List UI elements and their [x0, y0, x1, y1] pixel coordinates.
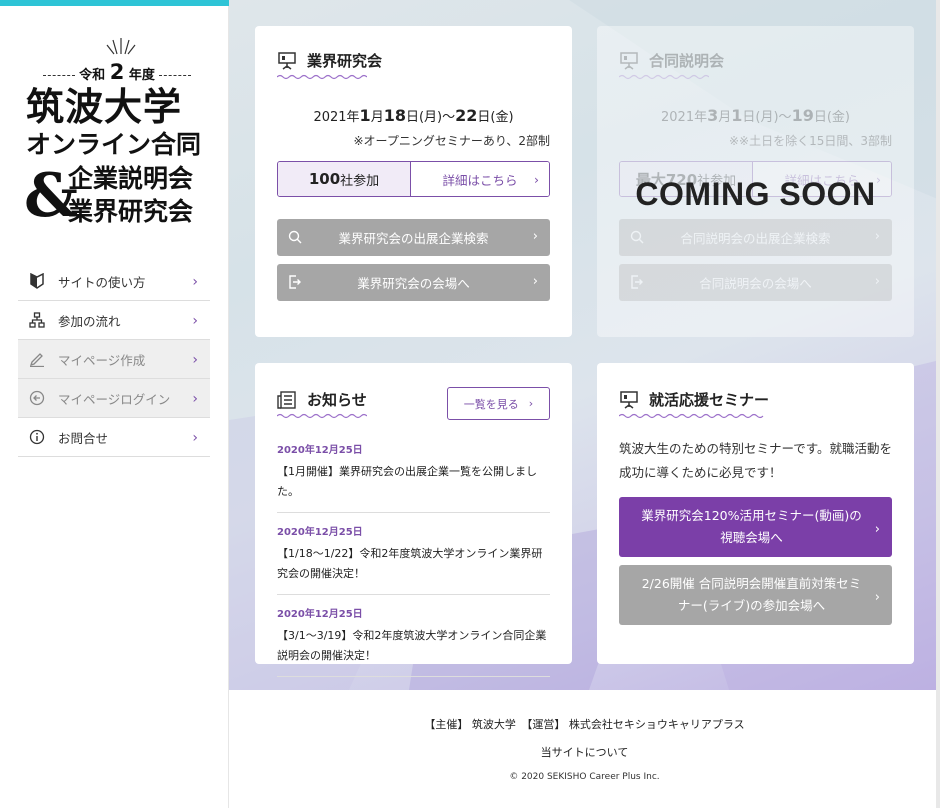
footer-organizers: 【主催】 筑波大学 【運営】 株式会社セキショウキャリアプラス [424, 718, 745, 731]
news-item[interactable]: 2020年12月25日 【1/18～1/22】令和2年度筑波大学オンライン業界研… [277, 523, 550, 595]
news-date: 2020年12月25日 [277, 445, 363, 456]
joint-note: ※※土日を除く15日間、3部制 [728, 134, 892, 148]
enter-icon [289, 275, 301, 289]
title-underline-wave [619, 74, 709, 80]
title-underline-wave [277, 74, 367, 80]
sidebar-item-how-to-use[interactable]: サイトの使い方 › [18, 262, 210, 301]
top-accent-bar [0, 0, 229, 6]
newspaper-icon [277, 390, 297, 410]
footer-copyright: © 2020 SEKISHO Career Plus Inc. [509, 772, 660, 782]
research-date: 2021年1月18日(月)～22日(金) [313, 106, 514, 125]
research-card: 業界研究会 2021年1月18日(月)～22日(金) ※オープニングセミナーあり… [255, 26, 572, 337]
chevron-right-icon: › [192, 430, 198, 446]
search-icon [630, 230, 644, 244]
chevron-right-icon: › [532, 274, 538, 289]
site-logo[interactable]: 令和 2 年度 筑波大学 オンライン合同 & 企業説明会 業界研究会 [22, 36, 212, 232]
research-detail-link[interactable]: 詳細はこちら › [411, 162, 549, 196]
joint-briefing-card: 合同説明会 2021年3月1日(月)～19日(金) ※※土日を除く15日間、3部… [597, 26, 914, 337]
news-card: お知らせ 一覧を見る › 2020年12月25日 【1月開催】業界研究会の出展企業… [255, 363, 572, 677]
main-content: 業界研究会 2021年1月18日(月)～22日(金) ※オープニングセミナーあり… [229, 0, 940, 690]
chevron-right-icon: › [192, 313, 198, 329]
logo-era: 令和 2 年度 [32, 60, 202, 84]
logo-university: 筑波大学 [26, 85, 183, 129]
joint-venue-button: 合同説明会の会場へ › [619, 264, 892, 301]
sidebar-item-mypage-login[interactable]: マイページログイン › [18, 379, 210, 418]
sidebar-item-mypage-create[interactable]: マイページ作成 › [18, 340, 210, 379]
research-search-button[interactable]: 業界研究会の出展企業検索 › [277, 219, 550, 256]
sidebar-item-contact[interactable]: お問合せ › [18, 418, 210, 457]
presentation-icon [619, 390, 639, 410]
scrollbar[interactable] [936, 0, 940, 808]
info-icon [26, 428, 48, 446]
news-item[interactable]: 2020年12月25日 【3/1～3/19】令和2年度筑波大学オンライン合同企業… [277, 605, 550, 677]
seminar-card-title: 就活応援セミナー [619, 389, 769, 410]
seminar-live-button[interactable]: 2/26開催 合同説明会開催直前対策セミナー(ライブ)の参加会場へ › [619, 565, 892, 625]
footer-about-link[interactable]: 当サイトについて [229, 744, 940, 760]
sidebar: 令和 2 年度 筑波大学 オンライン合同 & 企業説明会 業界研究会 サイトの使… [0, 0, 229, 808]
footer: 【主催】 筑波大学 【運営】 株式会社セキショウキャリアプラス 当サイトについて… [229, 690, 940, 808]
sidebar-item-label: お問合せ [58, 430, 109, 446]
news-text: 【1/18～1/22】令和2年度筑波大学オンライン業界研究会の開催決定！ [277, 547, 543, 580]
login-icon [26, 389, 48, 407]
research-note: ※オープニングセミナーあり、2部制 [353, 134, 551, 148]
chevron-right-icon: › [874, 274, 880, 289]
sidebar-item-label: マイページ作成 [58, 352, 146, 368]
search-icon [288, 230, 302, 244]
presentation-icon [277, 51, 297, 71]
news-view-all-button[interactable]: 一覧を見る › [447, 387, 550, 420]
chevron-right-icon: › [534, 171, 539, 187]
enter-icon [631, 275, 643, 289]
joint-date: 2021年3月1日(月)～19日(金) [661, 106, 850, 125]
research-venue-button[interactable]: 業界研究会の会場へ › [277, 264, 550, 301]
chevron-right-icon: › [532, 229, 538, 244]
joint-search-button: 合同説明会の出展企業検索 › [619, 219, 892, 256]
sidebar-nav: サイトの使い方 › 参加の流れ › マイページ作成 › マイページログイン › [18, 262, 210, 457]
seminar-description: 筑波大生のための特別セミナーです。就職活動を成功に導くために必見です！ [619, 441, 893, 480]
logo-online-joint: オンライン合同 [26, 130, 202, 159]
joint-card-title: 合同説明会 [619, 50, 724, 71]
chevron-right-icon: › [192, 391, 198, 407]
news-list: 2020年12月25日 【1月開催】業界研究会の出展企業一覧を公開しました。 2… [277, 441, 550, 687]
news-item[interactable]: 2020年12月25日 【1月開催】業界研究会の出展企業一覧を公開しました。 [277, 441, 550, 513]
sidebar-item-label: サイトの使い方 [58, 274, 146, 290]
logo-rays-icon [106, 38, 136, 55]
news-card-title: お知らせ [277, 389, 367, 410]
seminar-video-button[interactable]: 業界研究会120%活用セミナー(動画)の視聴会場へ › [619, 497, 892, 557]
chevron-right-icon: › [528, 397, 534, 410]
news-date: 2020年12月25日 [277, 527, 363, 538]
title-underline-wave [277, 413, 367, 419]
research-company-count: 100 社参加 [278, 162, 411, 196]
beginner-mark-icon [26, 272, 48, 290]
news-text: 【1月開催】業界研究会の出展企業一覧を公開しました。 [277, 465, 537, 498]
sidebar-item-flow[interactable]: 参加の流れ › [18, 301, 210, 340]
logo-industry-research: 業界研究会 [68, 197, 194, 226]
presentation-icon [619, 51, 639, 71]
logo-company-briefing: 企業説明会 [68, 164, 194, 193]
research-summary-bar: 100 社参加 詳細はこちら › [277, 161, 550, 197]
sidebar-item-label: マイページログイン [58, 391, 171, 407]
seminar-card: 就活応援セミナー 筑波大生のための特別セミナーです。就職活動を成功に導くために必… [597, 363, 914, 664]
pen-icon [26, 350, 48, 368]
chevron-right-icon: › [874, 522, 880, 537]
research-card-title: 業界研究会 [277, 50, 382, 71]
chevron-right-icon: › [192, 274, 198, 290]
news-date: 2020年12月25日 [277, 609, 363, 620]
chevron-right-icon: › [192, 352, 198, 368]
sidebar-item-label: 参加の流れ [58, 313, 121, 329]
chevron-right-icon: › [874, 229, 880, 244]
coming-soon-overlay: COMING SOON [635, 176, 876, 212]
chevron-right-icon: › [874, 590, 880, 605]
flow-chart-icon [26, 311, 48, 329]
news-text: 【3/1～3/19】令和2年度筑波大学オンライン合同企業説明会の開催決定！ [277, 629, 547, 662]
title-underline-wave [619, 413, 764, 419]
